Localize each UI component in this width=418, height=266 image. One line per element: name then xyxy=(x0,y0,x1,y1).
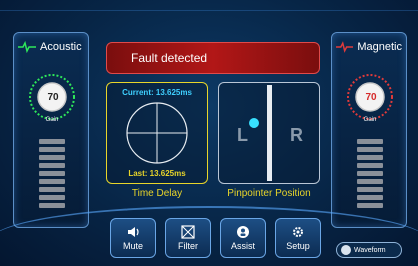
pulse-icon xyxy=(18,41,36,53)
magnetic-gain-value: 70 xyxy=(365,92,377,103)
crosshair-icon xyxy=(126,102,188,164)
user-icon xyxy=(237,226,249,238)
fault-text: Fault detected xyxy=(131,51,208,65)
magnetic-gain-label: Gain xyxy=(363,117,377,123)
speaker-icon xyxy=(128,227,139,237)
setup-button[interactable]: Setup xyxy=(275,218,321,258)
acoustic-panel: Acoustic 70 Gain xyxy=(13,32,89,228)
acoustic-level-meter xyxy=(39,139,65,211)
time-delay-caption: Time Delay xyxy=(131,188,183,199)
pinpointer-caption: Pinpointer Position xyxy=(227,188,311,199)
acoustic-gain-label: Gain xyxy=(45,117,59,123)
setup-label: Setup xyxy=(286,241,310,251)
acoustic-gain-value: 70 xyxy=(47,92,59,103)
waveform-icon xyxy=(341,245,351,255)
assist-button[interactable]: Assist xyxy=(220,218,266,258)
pinpointer-right-label: R xyxy=(290,125,303,145)
waveform-label: Waveform xyxy=(354,246,386,254)
gear-icon xyxy=(293,227,303,237)
magnetic-panel: Magnetic 70 Gain xyxy=(331,32,407,228)
filter-icon xyxy=(181,225,195,239)
magnetic-title: Magnetic xyxy=(357,41,402,53)
fault-banner: Fault detected xyxy=(106,42,320,74)
magnetic-header: Magnetic xyxy=(336,37,402,57)
assist-label: Assist xyxy=(230,241,255,251)
waveform-button[interactable]: Waveform xyxy=(336,242,402,258)
last-delay: Last: 13.625ms xyxy=(128,169,186,178)
pinpointer-panel: L R xyxy=(218,82,320,184)
pulse-icon xyxy=(336,41,354,53)
pinpointer-center-bar xyxy=(267,85,272,181)
top-glow-line xyxy=(0,10,418,11)
mute-label: Mute xyxy=(122,241,143,251)
magnetic-level-meter xyxy=(357,139,383,211)
filter-label: Filter xyxy=(178,241,198,251)
time-delay-panel: Current: 13.625ms Last: 13.625ms xyxy=(106,82,208,184)
filter-button[interactable]: Filter xyxy=(165,218,211,258)
acoustic-title: Acoustic xyxy=(40,41,82,53)
mute-button[interactable]: Mute xyxy=(110,218,156,258)
pinpointer-left-label: L xyxy=(237,125,248,145)
acoustic-header: Acoustic xyxy=(18,37,84,57)
pinpointer-dot xyxy=(249,118,259,128)
